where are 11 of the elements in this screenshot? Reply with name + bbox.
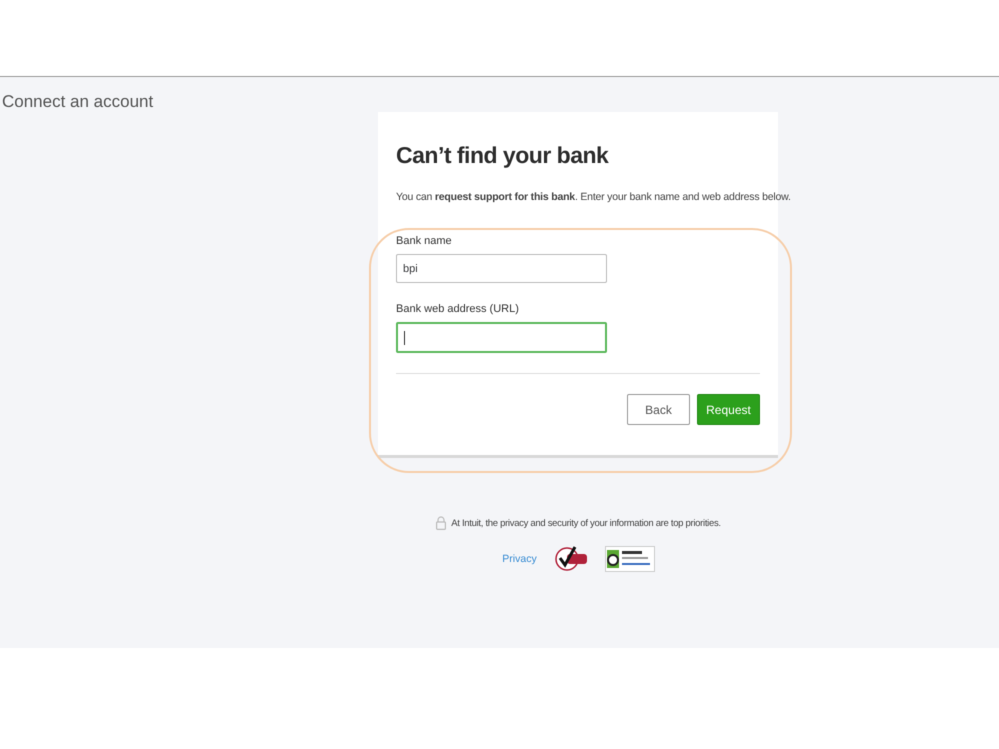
trust-seal-icon <box>604 546 655 572</box>
lock-icon <box>436 516 446 530</box>
page-title: Connect an account <box>1 91 154 112</box>
intro-text: You can request support for this bank. Enter your bank name and web address below. <box>396 191 791 203</box>
input-field[interactable]: bpi <box>396 254 607 283</box>
card-heading: Can’t find your bank <box>396 142 610 169</box>
back-button[interactable]: Back <box>627 394 690 425</box>
field-label: Bank web address (URL) <box>396 303 520 315</box>
input-field[interactable] <box>396 322 607 353</box>
security-note: At Intuit, the privacy and security of your information are top priorities. <box>451 518 721 528</box>
field-label: Bank name <box>396 235 453 247</box>
